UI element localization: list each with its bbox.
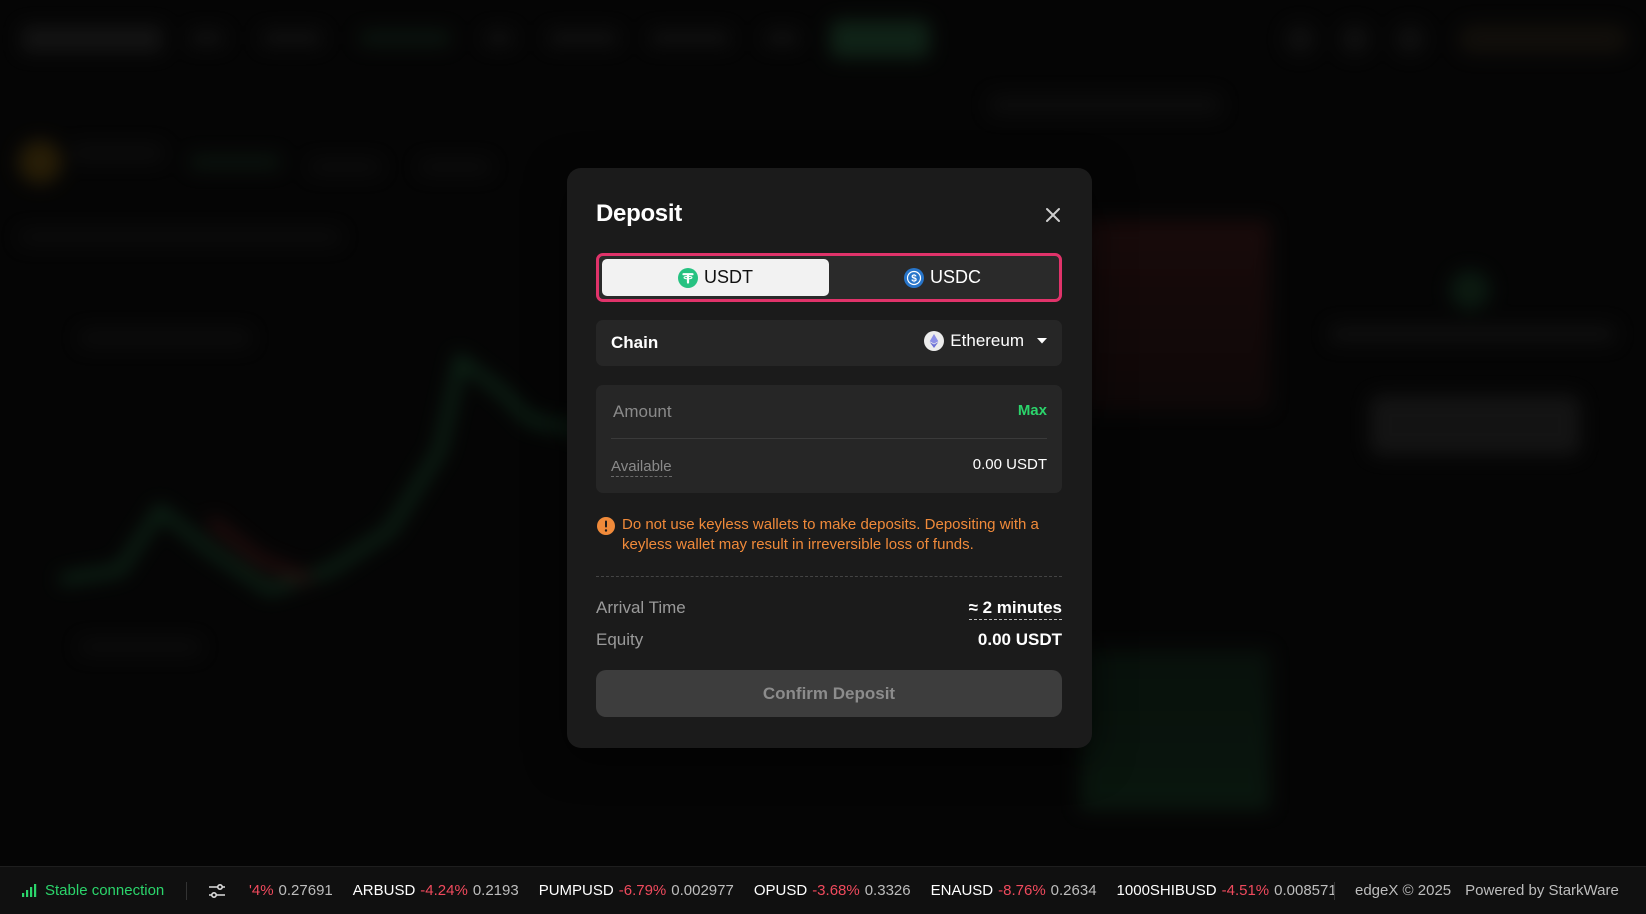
ticker-change: -8.76% — [998, 882, 1046, 899]
ticker-price: 0.27691 — [278, 882, 333, 899]
ticker-price: 0.2634 — [1050, 882, 1097, 899]
amount-divider — [611, 438, 1047, 439]
confirm-deposit-button[interactable]: Confirm Deposit — [596, 670, 1062, 717]
ticker-item[interactable]: 1000SHIBUSD -4.51% 0.008571 — [1117, 882, 1334, 899]
ticker-item[interactable]: OPUSD -3.68% 0.3326 — [754, 882, 911, 899]
connection-label: Stable connection — [45, 882, 165, 899]
ticker-symbol: PUMPUSD — [538, 882, 614, 899]
ethereum-icon — [924, 331, 945, 351]
ticker-change: -6.79% — [618, 882, 667, 899]
status-separator — [186, 881, 187, 900]
arrival-time-label: Arrival Time — [596, 598, 686, 617]
keyless-wallet-warning: Do not use keyless wallets to make depos… — [596, 515, 1062, 555]
token-option-usdt[interactable]: USDT — [602, 259, 829, 296]
svg-text:$: $ — [911, 273, 917, 284]
ticker-symbol: ARBUSD — [352, 882, 416, 899]
chain-row: Chain Ethereum — [596, 320, 1062, 366]
amount-box: Max Available 0.00 USDT — [596, 385, 1062, 493]
warning-icon — [597, 517, 615, 535]
available-value: 0.00 USDT — [972, 456, 1047, 473]
ticker-symbol: OPUSD — [753, 882, 808, 899]
copyright-text: edgeX © 2025 — [1355, 882, 1452, 899]
ticker-price: 0.002977 — [671, 882, 734, 899]
usdt-icon — [678, 267, 698, 288]
ticker-change: '4% — [249, 882, 274, 899]
equity-label: Equity — [596, 630, 644, 649]
status-bar: Stable connection '4% 0.27691 ARBUSD -4.… — [0, 866, 1646, 914]
ticker-item[interactable]: '4% 0.27691 — [244, 882, 333, 899]
signal-icon — [22, 884, 37, 897]
ticker-change: -4.51% — [1221, 882, 1270, 899]
token-option-label: USDT — [704, 267, 753, 287]
deposit-modal: Deposit USDT $ USDC Chain Ethereum Amoun… — [567, 168, 1092, 748]
ticker-symbol: ENAUSD — [930, 882, 994, 899]
ticker: '4% 0.27691 ARBUSD -4.24% 0.2193 PUMPUSD… — [244, 882, 1334, 899]
ticker-price: 0.008571 — [1274, 882, 1334, 899]
arrival-time-value[interactable]: ≈ 2 minutes — [968, 598, 1062, 620]
modal-title: Deposit — [596, 200, 682, 227]
close-icon — [1046, 208, 1060, 222]
ticker-change: -3.68% — [812, 882, 860, 899]
close-button[interactable] — [1042, 204, 1064, 226]
amount-input[interactable] — [611, 397, 991, 427]
ticker-item[interactable]: ARBUSD -4.24% 0.2193 — [353, 882, 519, 899]
token-option-usdc[interactable]: $ USDC — [829, 259, 1056, 296]
available-label: Available — [611, 458, 672, 477]
filter-icon[interactable] — [208, 883, 226, 899]
warning-text: Do not use keyless wallets to make depos… — [622, 516, 1039, 553]
ticker-item[interactable]: ENAUSD -8.76% 0.2634 — [931, 882, 1097, 899]
max-button[interactable]: Max — [1018, 402, 1047, 419]
chain-select[interactable]: Ethereum — [924, 331, 1048, 351]
ticker-change: -4.24% — [420, 882, 468, 899]
token-option-label: USDC — [929, 267, 981, 287]
equity-value: 0.00 USDT — [977, 630, 1062, 649]
ticker-symbol: 1000SHIBUSD — [1116, 882, 1217, 899]
chain-value: Ethereum — [950, 331, 1024, 350]
connection-status: Stable connection — [0, 882, 186, 899]
ticker-price: 0.2193 — [472, 882, 519, 899]
footer-credits: edgeX © 2025 Powered by StarkWare — [1335, 882, 1619, 899]
ticker-item[interactable]: PUMPUSD -6.79% 0.002977 — [539, 882, 734, 899]
ticker-price: 0.3326 — [864, 882, 911, 899]
chevron-down-icon — [1037, 338, 1047, 344]
token-toggle: USDT $ USDC — [596, 253, 1062, 302]
usdc-icon: $ — [903, 267, 924, 288]
section-divider — [596, 576, 1062, 577]
chain-label: Chain — [611, 333, 659, 352]
powered-by-link[interactable]: Powered by StarkWare — [1465, 882, 1619, 899]
